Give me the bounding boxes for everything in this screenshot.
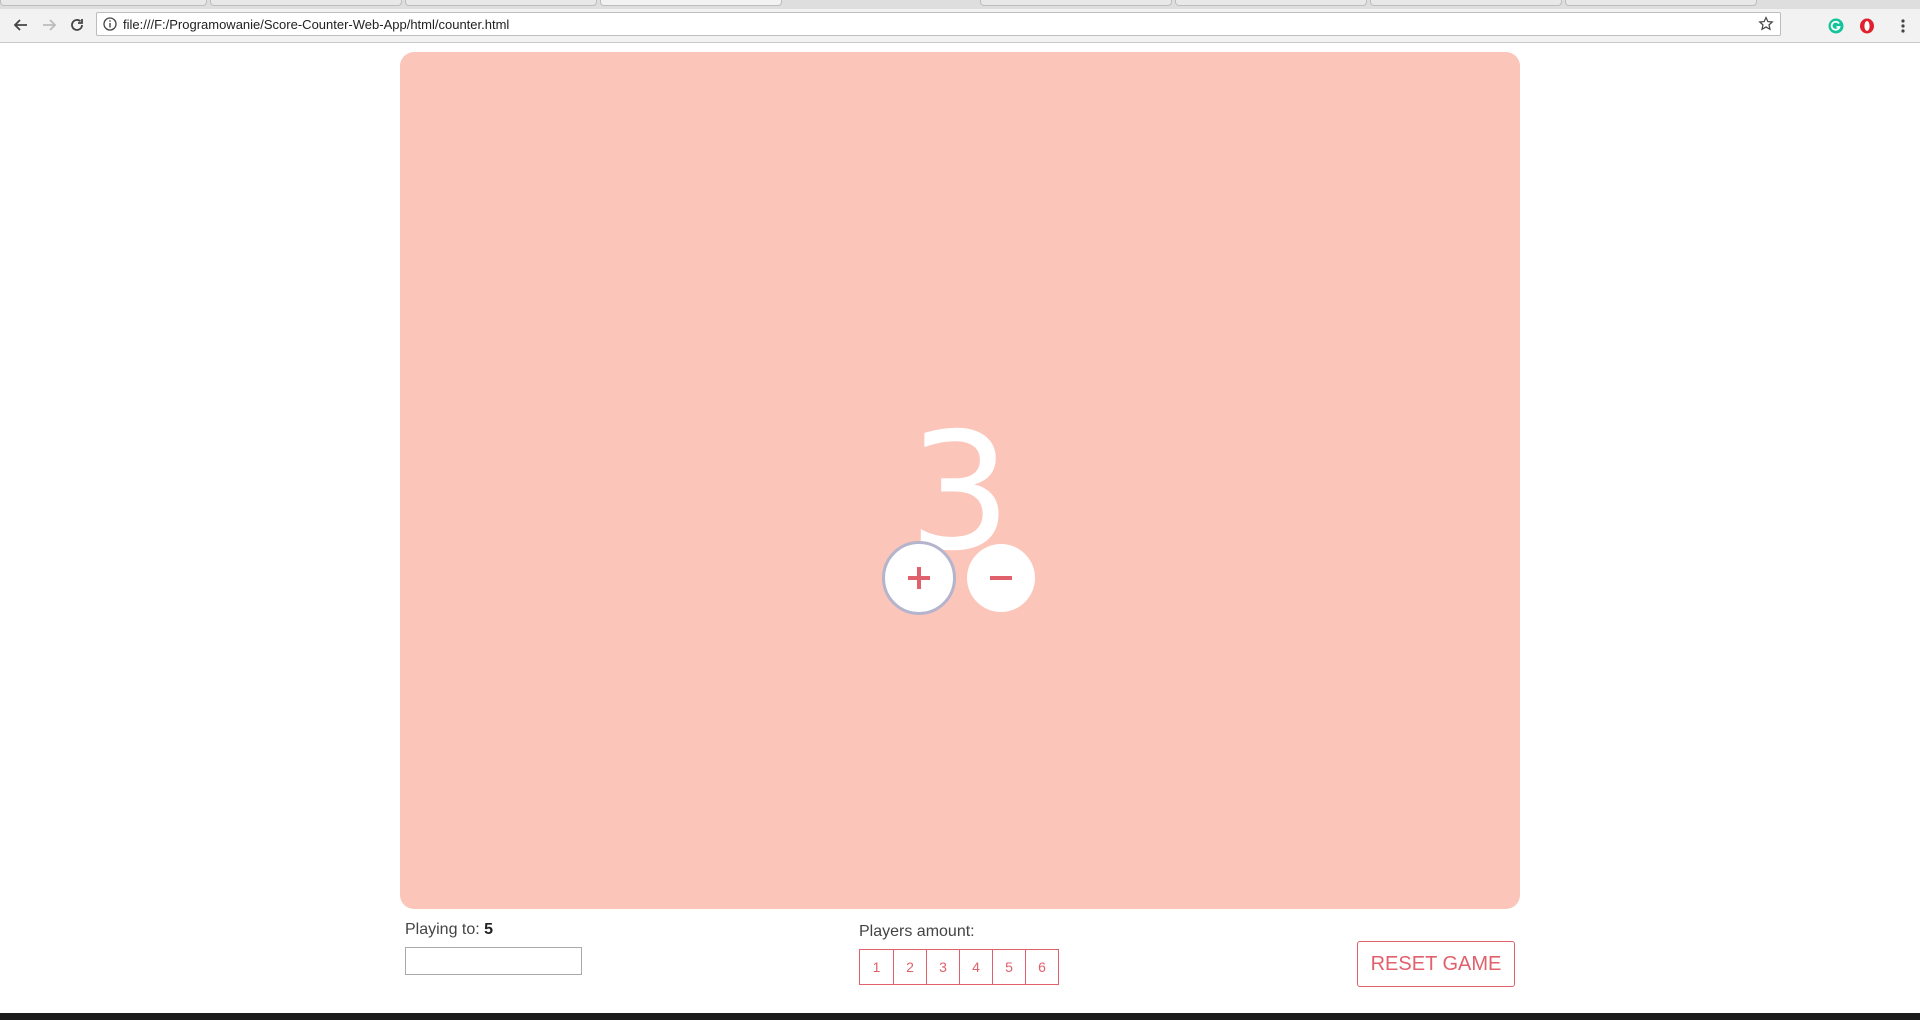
playing-to-text: Playing to: — [405, 921, 480, 938]
reload-icon — [71, 19, 83, 31]
score-display: 3 — [908, 399, 1012, 587]
browser-tab[interactable] — [1565, 0, 1757, 6]
grammarly-icon[interactable] — [1827, 17, 1845, 35]
back-button[interactable] — [8, 12, 34, 38]
star-icon[interactable] — [1758, 16, 1774, 32]
playing-to-input[interactable] — [405, 947, 582, 975]
score-panel: 3 — [400, 52, 1520, 909]
browser-tab[interactable] — [210, 0, 402, 6]
players-amount-selector: 1 2 3 4 5 6 — [859, 949, 1059, 985]
plus-icon — [908, 567, 930, 589]
players-option-4[interactable]: 4 — [959, 950, 992, 984]
players-option-5[interactable]: 5 — [992, 950, 1025, 984]
playing-to-value: 5 — [484, 921, 494, 938]
players-option-1[interactable]: 1 — [860, 950, 893, 984]
info-icon[interactable] — [103, 17, 117, 31]
players-amount-label: Players amount: — [859, 923, 975, 940]
arrow-right-icon — [43, 19, 57, 31]
reset-game-button[interactable]: RESET GAME — [1357, 941, 1515, 987]
kebab-menu-icon[interactable] — [1894, 17, 1912, 35]
forward-button[interactable] — [36, 12, 62, 38]
browser-tab-active[interactable] — [600, 0, 782, 6]
increment-button[interactable] — [882, 541, 956, 615]
playing-to-label: Playing to: 5 — [405, 921, 493, 939]
opera-icon[interactable] — [1858, 17, 1876, 35]
taskbar-edge — [0, 1013, 1920, 1020]
browser-tab[interactable] — [980, 0, 1172, 6]
arrow-left-icon — [13, 19, 27, 31]
browser-tab[interactable] — [1175, 0, 1367, 6]
browser-tab[interactable] — [0, 0, 207, 6]
address-bar[interactable]: file:///F:/Programowanie/Score-Counter-W… — [96, 12, 1781, 36]
players-option-6[interactable]: 6 — [1025, 950, 1058, 984]
players-option-3[interactable]: 3 — [926, 950, 959, 984]
minus-icon — [990, 576, 1012, 580]
url-text: file:///F:/Programowanie/Score-Counter-W… — [123, 17, 510, 32]
browser-toolbar: file:///F:/Programowanie/Score-Counter-W… — [0, 9, 1920, 43]
browser-tab[interactable] — [1370, 0, 1562, 6]
players-option-2[interactable]: 2 — [893, 950, 926, 984]
reload-button[interactable] — [64, 12, 90, 38]
decrement-button[interactable] — [967, 544, 1035, 612]
browser-tab[interactable] — [405, 0, 597, 6]
tab-strip — [0, 0, 1920, 9]
